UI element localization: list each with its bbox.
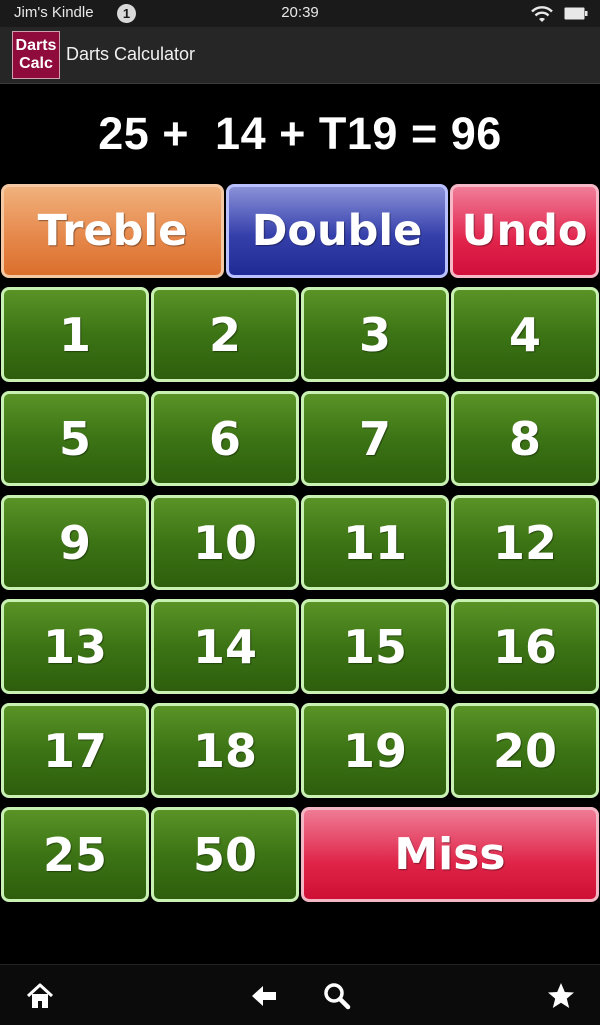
back-icon[interactable] xyxy=(249,981,279,1011)
status-clock: 20:39 xyxy=(281,4,319,21)
number-button-11[interactable]: 11 xyxy=(301,495,449,590)
wifi-icon xyxy=(531,6,553,22)
number-button-14[interactable]: 14 xyxy=(151,599,299,694)
number-button-8[interactable]: 8 xyxy=(451,391,599,486)
action-bar: Darts Calc Darts Calculator xyxy=(0,27,600,84)
score-expression: 25 + 14 + T19 = 96 xyxy=(98,108,502,159)
number-button-25[interactable]: 25 xyxy=(1,807,149,902)
home-icon[interactable] xyxy=(25,981,55,1011)
number-button-13[interactable]: 13 xyxy=(1,599,149,694)
number-button-4[interactable]: 4 xyxy=(451,287,599,382)
number-button-18[interactable]: 18 xyxy=(151,703,299,798)
favorite-star-icon[interactable] xyxy=(546,981,576,1011)
search-icon[interactable] xyxy=(322,981,352,1011)
number-button-5[interactable]: 5 xyxy=(1,391,149,486)
number-button-7[interactable]: 7 xyxy=(301,391,449,486)
number-button-12[interactable]: 12 xyxy=(451,495,599,590)
app-logo-line2: Calc xyxy=(19,55,53,72)
battery-icon xyxy=(564,7,588,20)
number-button-10[interactable]: 10 xyxy=(151,495,299,590)
number-button-15[interactable]: 15 xyxy=(301,599,449,694)
app-title: Darts Calculator xyxy=(66,44,196,64)
number-button-2[interactable]: 2 xyxy=(151,287,299,382)
app-logo-line1: Darts xyxy=(15,37,57,54)
number-button-1[interactable]: 1 xyxy=(1,287,149,382)
miss-button[interactable]: Miss xyxy=(301,807,599,902)
number-button-16[interactable]: 16 xyxy=(451,599,599,694)
number-button-50[interactable]: 50 xyxy=(151,807,299,902)
number-button-6[interactable]: 6 xyxy=(151,391,299,486)
double-button[interactable]: Double xyxy=(226,184,448,278)
app-logo-icon: Darts Calc xyxy=(12,31,60,79)
navigation-bar xyxy=(0,964,600,1025)
treble-button[interactable]: Treble xyxy=(1,184,224,278)
number-button-17[interactable]: 17 xyxy=(1,703,149,798)
undo-button[interactable]: Undo xyxy=(450,184,599,278)
status-bar: Jim's Kindle 1 20:39 xyxy=(0,0,600,27)
number-button-9[interactable]: 9 xyxy=(1,495,149,590)
number-button-3[interactable]: 3 xyxy=(301,287,449,382)
number-button-19[interactable]: 19 xyxy=(301,703,449,798)
number-button-20[interactable]: 20 xyxy=(451,703,599,798)
